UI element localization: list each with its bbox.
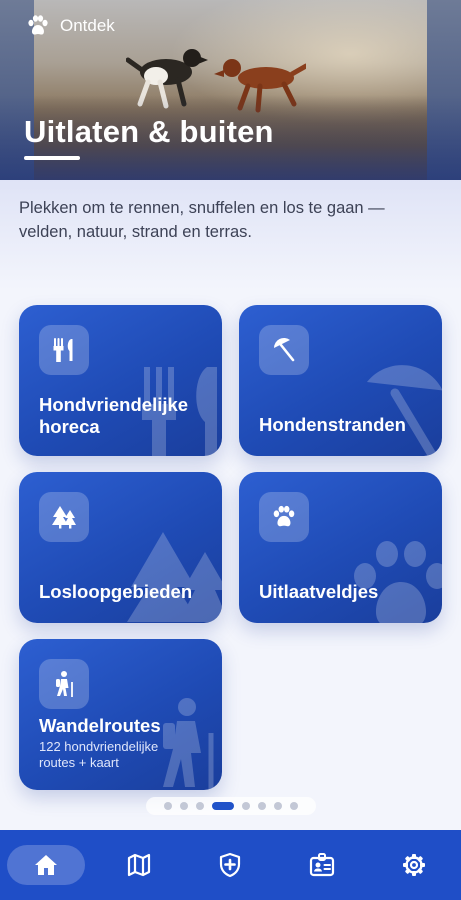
pager-dot[interactable]	[290, 802, 298, 810]
gear-icon	[403, 854, 425, 876]
trees-icon	[52, 506, 76, 529]
card-icon-box	[259, 325, 309, 375]
id-card-icon	[309, 853, 335, 877]
nav-profile-card[interactable]	[295, 845, 349, 885]
pager-dot[interactable]	[258, 802, 266, 810]
card-label: Losloopgebieden	[39, 581, 193, 602]
nav-settings[interactable]	[387, 845, 441, 885]
intro-text: Plekken om te rennen, snuffelen en los t…	[19, 199, 385, 241]
page-title: Uitlaten & buiten	[24, 114, 274, 149]
card-label: Hondvriendelijke horeca	[39, 394, 189, 437]
card-icon-box	[39, 325, 89, 375]
category-card-losloopgebieden[interactable]: Losloopgebieden	[19, 472, 222, 623]
category-card-hondenstranden[interactable]: Hondenstranden	[239, 305, 442, 456]
nav-health[interactable]	[203, 845, 257, 885]
pager-dot[interactable]	[274, 802, 282, 810]
card-icon-box	[259, 492, 309, 542]
map-icon	[127, 853, 151, 877]
brand-link[interactable]: Ontdek	[26, 14, 115, 38]
category-card-wandelroutes[interactable]: Wandelroutes 122 hondvriendelijke routes…	[19, 639, 222, 790]
pager-dot[interactable]	[242, 802, 250, 810]
utensils-icon	[53, 338, 73, 362]
beach-umbrella-icon	[274, 338, 295, 362]
card-icon-box	[39, 659, 89, 709]
title-underline	[24, 156, 80, 160]
beach-umbrella-icon	[366, 365, 442, 456]
pager-dot[interactable]	[164, 802, 172, 810]
card-label: Hondenstranden	[259, 414, 406, 435]
shield-plus-icon	[219, 852, 241, 878]
page-indicator	[146, 797, 316, 815]
bottom-nav	[0, 830, 461, 900]
pager-dot-active[interactable]	[212, 802, 234, 810]
card-subtitle: 122 hondvriendelijke routes + kaart	[39, 739, 159, 770]
paw-icon	[28, 15, 48, 35]
home-icon	[35, 855, 57, 875]
hiker-icon	[56, 671, 73, 697]
hero-banner: Ontdek Uitlaten & buiten	[0, 0, 461, 180]
brand-label: Ontdek	[60, 16, 115, 35]
pager-dot[interactable]	[180, 802, 188, 810]
nav-home[interactable]	[7, 845, 85, 885]
card-label: Uitlaatveldjes	[259, 581, 379, 602]
trees-icon	[127, 532, 222, 622]
card-label: Wandelroutes	[39, 715, 161, 736]
card-icon-box	[39, 492, 89, 542]
paw-icon	[273, 505, 295, 527]
category-card-horeca[interactable]: Hondvriendelijke horeca	[19, 305, 222, 456]
pager-dot[interactable]	[196, 802, 204, 810]
nav-map[interactable]	[112, 845, 166, 885]
category-card-uitlaatveldjes[interactable]: Uitlaatveldjes	[239, 472, 442, 623]
